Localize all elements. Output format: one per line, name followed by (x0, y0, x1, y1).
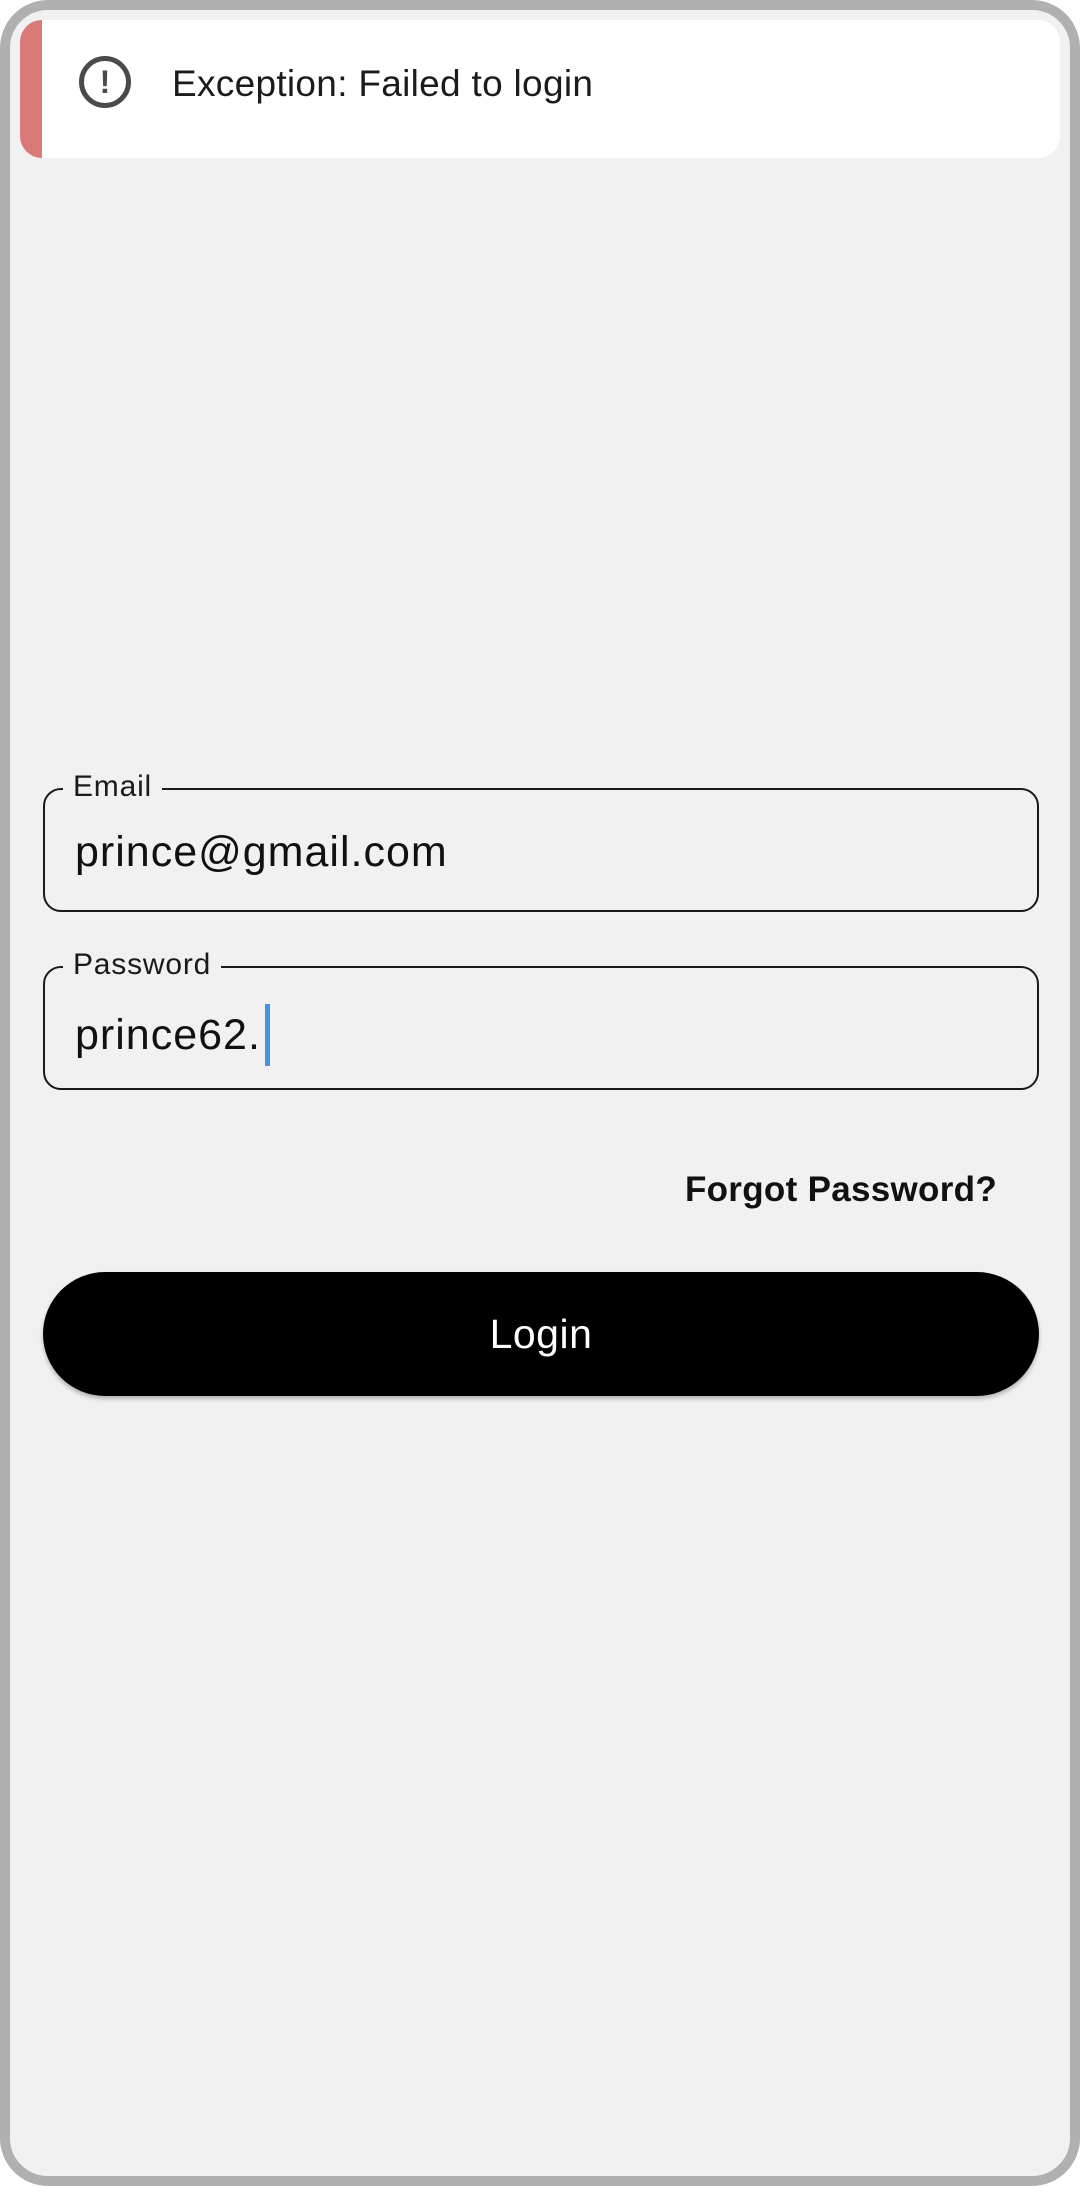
email-label: Email (63, 768, 163, 806)
error-exclamation-icon: ! (79, 56, 131, 108)
toast-accent-bar (20, 20, 42, 158)
toast-message: Exception: Failed to login (172, 63, 594, 104)
text-cursor (264, 1004, 270, 1066)
forgot-password-link[interactable]: Forgot Password? (685, 1170, 997, 1210)
email-value: prince@gmail.com (75, 828, 448, 876)
email-field[interactable]: Email prince@gmail.com (43, 768, 1039, 912)
email-input[interactable]: prince@gmail.com (75, 826, 448, 878)
login-button[interactable]: Login (43, 1272, 1039, 1396)
login-button-label: Login (489, 1310, 593, 1357)
password-input[interactable]: prince62. (75, 1004, 270, 1066)
password-field[interactable]: Password prince62. (43, 946, 1039, 1090)
password-label: Password (63, 946, 222, 984)
phone-screen: ! Exception: Failed to login Email princ… (0, 0, 1080, 2186)
password-value: prince62. (75, 1011, 261, 1059)
error-toast[interactable]: ! Exception: Failed to login (20, 20, 1060, 158)
